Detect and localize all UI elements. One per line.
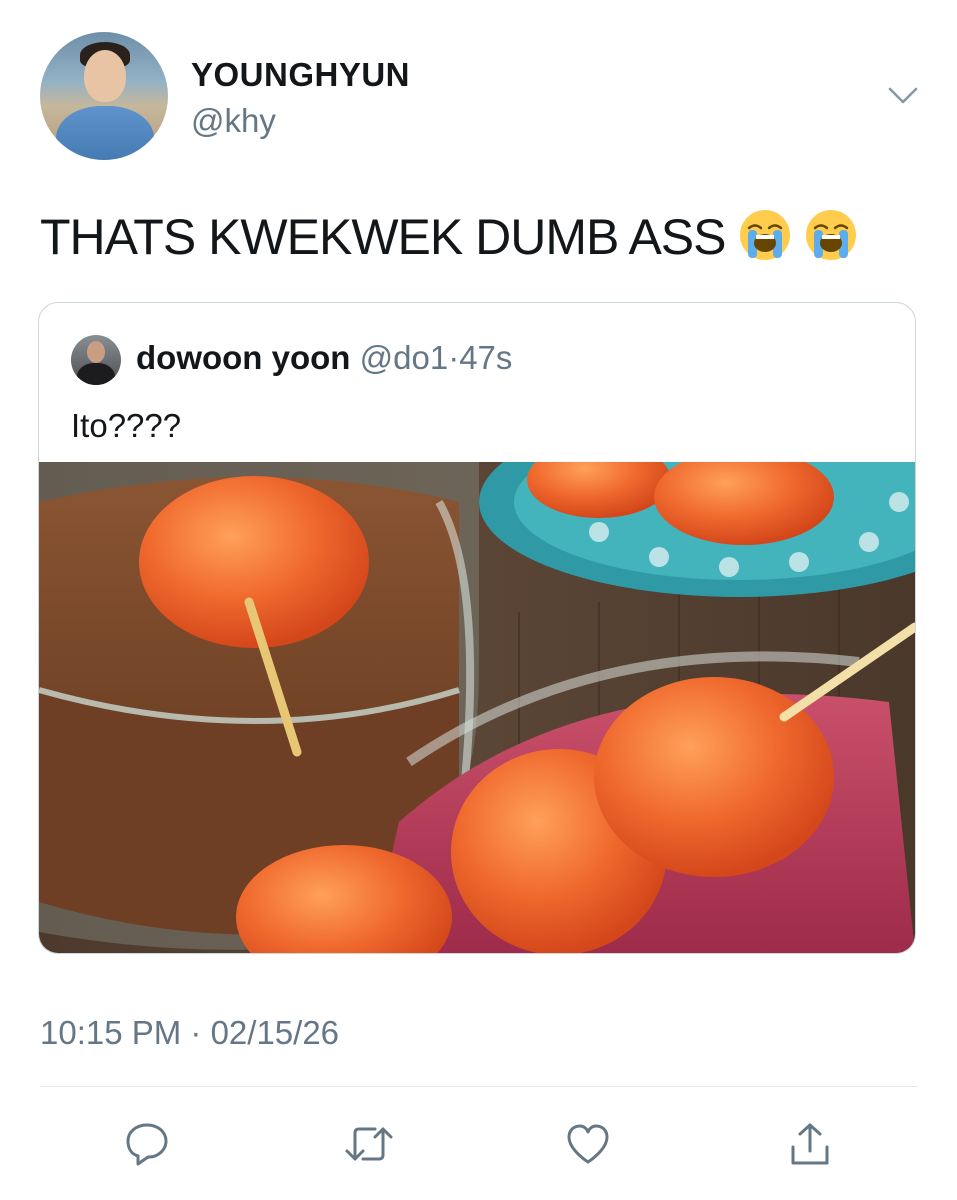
- reply-button[interactable]: [119, 1116, 175, 1172]
- reply-icon: [126, 1123, 168, 1166]
- tweet-text-content: THATS KWEKWEK DUMB ASS: [40, 209, 726, 265]
- quoted-tweet-header: dowoon yoon @do1·47s: [136, 339, 512, 377]
- tweet-timestamp: 10:15 PM · 02/15/26: [40, 1014, 340, 1051]
- author-display-name[interactable]: YOUNGHYUN: [191, 56, 410, 94]
- share-button[interactable]: [782, 1116, 838, 1172]
- quoted-tweet-text: Ito????: [71, 407, 182, 444]
- chevron-down-icon[interactable]: [887, 84, 919, 106]
- quoted-author-handle[interactable]: @do1: [360, 339, 449, 376]
- loudly-crying-face-icon: [739, 209, 790, 260]
- quoted-tweet-card[interactable]: dowoon yoon @do1·47s Ito????: [38, 302, 916, 954]
- share-icon: [791, 1123, 829, 1165]
- loudly-crying-face-icon: [805, 209, 856, 260]
- retweet-icon: [345, 1127, 393, 1161]
- author-handle[interactable]: @khy: [191, 102, 276, 140]
- heart-icon: [567, 1124, 609, 1164]
- retweet-button[interactable]: [341, 1116, 397, 1172]
- quoted-author-avatar[interactable]: [71, 335, 121, 385]
- like-button[interactable]: [560, 1116, 616, 1172]
- author-avatar[interactable]: [40, 32, 168, 160]
- quoted-author-display-name[interactable]: dowoon yoon: [136, 339, 350, 376]
- kwek-kwek-photo[interactable]: [39, 462, 915, 953]
- action-bar-divider: [40, 1086, 917, 1087]
- meta-separator: ·: [448, 339, 460, 376]
- quoted-tweet-age: 47s: [459, 339, 513, 376]
- tweet-text: THATS KWEKWEK DUMB ASS: [40, 208, 858, 268]
